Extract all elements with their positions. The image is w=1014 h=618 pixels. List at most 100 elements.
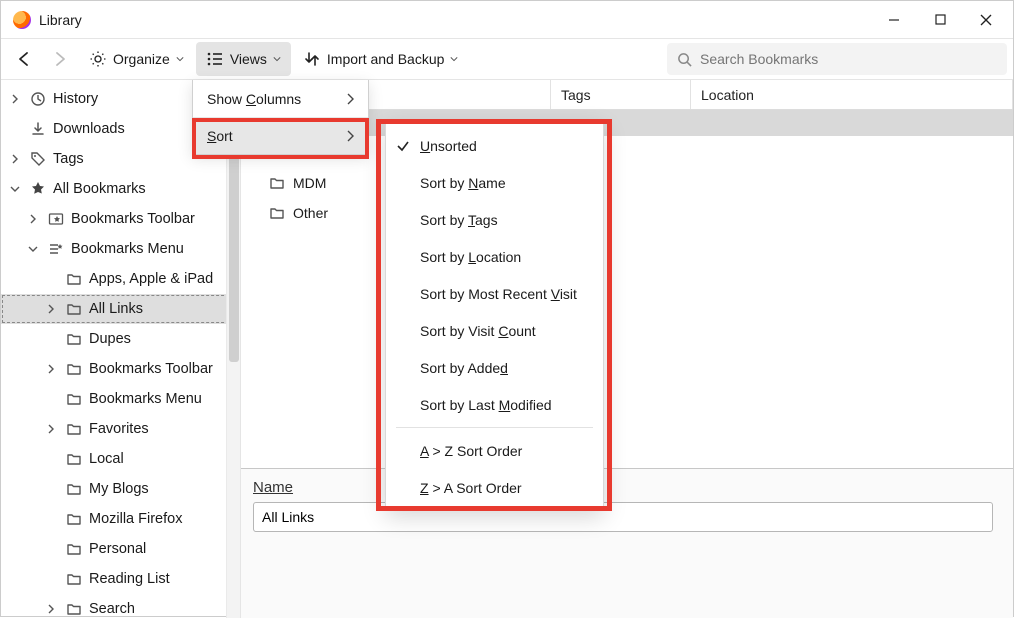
twisty-icon[interactable]	[7, 184, 23, 194]
tree-item[interactable]: Apps, Apple & iPad	[1, 264, 240, 294]
bmmenu-icon	[47, 241, 65, 257]
tree-item[interactable]: My Blogs	[1, 474, 240, 504]
tree-item[interactable]: Favorites	[1, 414, 240, 444]
column-header-tags[interactable]: Tags	[551, 80, 691, 109]
folder-icon	[65, 601, 83, 617]
tree-item-label: Favorites	[89, 421, 149, 437]
back-button[interactable]	[7, 42, 41, 76]
tree-item[interactable]: Personal	[1, 534, 240, 564]
detail-pane: Name	[241, 468, 1013, 618]
import-backup-menu-button[interactable]: Import and Backup	[293, 42, 469, 76]
twisty-icon[interactable]	[7, 154, 23, 164]
twisty-icon[interactable]	[7, 94, 23, 104]
chevron-right-icon	[346, 93, 354, 105]
tree-item-label: History	[53, 91, 98, 107]
sort-unsorted[interactable]: Unsorted	[386, 127, 603, 164]
views-dropdown: Show Columns Sort	[192, 80, 369, 155]
search-bookmarks[interactable]	[667, 43, 1007, 75]
titlebar: Library	[1, 1, 1013, 39]
menu-separator	[396, 427, 593, 428]
tree-item-label: Personal	[89, 541, 146, 557]
views-label: Views	[230, 51, 267, 67]
detail-name-input[interactable]	[253, 502, 993, 532]
tag-icon	[29, 151, 47, 167]
twisty-icon[interactable]	[43, 424, 59, 434]
tree-item-label: Apps, Apple & iPad	[89, 271, 213, 287]
check-icon	[396, 139, 410, 153]
sort-by-added[interactable]: Sort by Added	[386, 349, 603, 386]
organize-menu-button[interactable]: Organize	[79, 42, 194, 76]
tree-item-label: Search	[89, 601, 135, 617]
organize-label: Organize	[113, 51, 170, 67]
twisty-icon[interactable]	[25, 214, 41, 224]
import-label: Import and Backup	[327, 51, 445, 67]
search-input[interactable]	[700, 51, 997, 67]
twisty-icon[interactable]	[25, 244, 41, 254]
tree-item-label: Bookmarks Toolbar	[71, 211, 195, 227]
tree-item[interactable]: All Bookmarks	[1, 174, 240, 204]
folder-icon	[65, 571, 83, 587]
sort-by-location[interactable]: Sort by Location	[386, 238, 603, 275]
tree-item-label: Bookmarks Menu	[71, 241, 184, 257]
folder-icon	[269, 205, 285, 221]
tree-item[interactable]: All Links	[1, 294, 240, 324]
maximize-button[interactable]	[917, 1, 963, 39]
chevron-down-icon	[450, 55, 458, 63]
sidebar: History Downloads Tags All Bookmarks Bookmar…	[1, 80, 241, 618]
folder-icon	[65, 451, 83, 467]
twisty-icon[interactable]	[43, 304, 59, 314]
tree-item[interactable]: Dupes	[1, 324, 240, 354]
menu-sort[interactable]: Sort	[193, 117, 368, 154]
list-item-label: Other	[293, 205, 328, 221]
bmtoolbar-icon	[47, 211, 65, 227]
tree-item[interactable]: Search	[1, 594, 240, 618]
tree-item-label: Tags	[53, 151, 84, 167]
folder-icon	[65, 271, 83, 287]
folder-icon	[65, 391, 83, 407]
folder-icon	[65, 541, 83, 557]
sort-submenu: Unsorted Sort by Name Sort by Tags Sort …	[385, 122, 604, 511]
sort-order-az[interactable]: A > Z Sort Order	[386, 432, 603, 469]
folder-icon	[65, 511, 83, 527]
menu-show-columns[interactable]: Show Columns	[193, 80, 368, 117]
tree-item[interactable]: Bookmarks Menu	[1, 234, 240, 264]
firefox-logo-icon	[13, 11, 31, 29]
tree-item[interactable]: Local	[1, 444, 240, 474]
tree-item[interactable]: Reading List	[1, 564, 240, 594]
tree-item-label: Downloads	[53, 121, 125, 137]
forward-button[interactable]	[43, 42, 77, 76]
toolbar: Organize Views Import and Backup	[1, 39, 1013, 79]
folder-icon	[65, 301, 83, 317]
list-item[interactable]: MDM	[241, 168, 1013, 198]
tree-item-label: All Links	[89, 301, 143, 317]
views-menu-button[interactable]: Views	[196, 42, 291, 76]
sort-by-most-recent-visit[interactable]: Sort by Most Recent Visit	[386, 275, 603, 312]
tree-item[interactable]: Bookmarks Menu	[1, 384, 240, 414]
tree-item-label: Bookmarks Menu	[89, 391, 202, 407]
minimize-button[interactable]	[871, 1, 917, 39]
tree-item[interactable]: Bookmarks Toolbar	[1, 354, 240, 384]
gear-icon	[89, 50, 107, 68]
sort-by-name[interactable]: Sort by Name	[386, 164, 603, 201]
column-header-location[interactable]: Location	[691, 80, 1013, 109]
tree-item[interactable]: Bookmarks Toolbar	[1, 204, 240, 234]
tree-item-label: Mozilla Firefox	[89, 511, 182, 527]
tree-item-label: Dupes	[89, 331, 131, 347]
tree-item-label: My Blogs	[89, 481, 149, 497]
chevron-down-icon	[273, 55, 281, 63]
folder-icon	[65, 331, 83, 347]
search-icon	[677, 52, 692, 67]
tree-item-label: All Bookmarks	[53, 181, 146, 197]
sort-by-tags[interactable]: Sort by Tags	[386, 201, 603, 238]
twisty-icon[interactable]	[43, 364, 59, 374]
sort-by-visit-count[interactable]: Sort by Visit Count	[386, 312, 603, 349]
twisty-icon[interactable]	[43, 604, 59, 614]
sort-by-last-modified[interactable]: Sort by Last Modified	[386, 386, 603, 423]
close-button[interactable]	[963, 1, 1009, 39]
download-icon	[29, 121, 47, 137]
folder-icon	[269, 175, 285, 191]
sidebar-scrollbar[interactable]	[226, 80, 240, 618]
tree-item[interactable]: Mozilla Firefox	[1, 504, 240, 534]
list-item[interactable]: Other	[241, 198, 1013, 228]
sort-order-za[interactable]: Z > A Sort Order	[386, 469, 603, 506]
